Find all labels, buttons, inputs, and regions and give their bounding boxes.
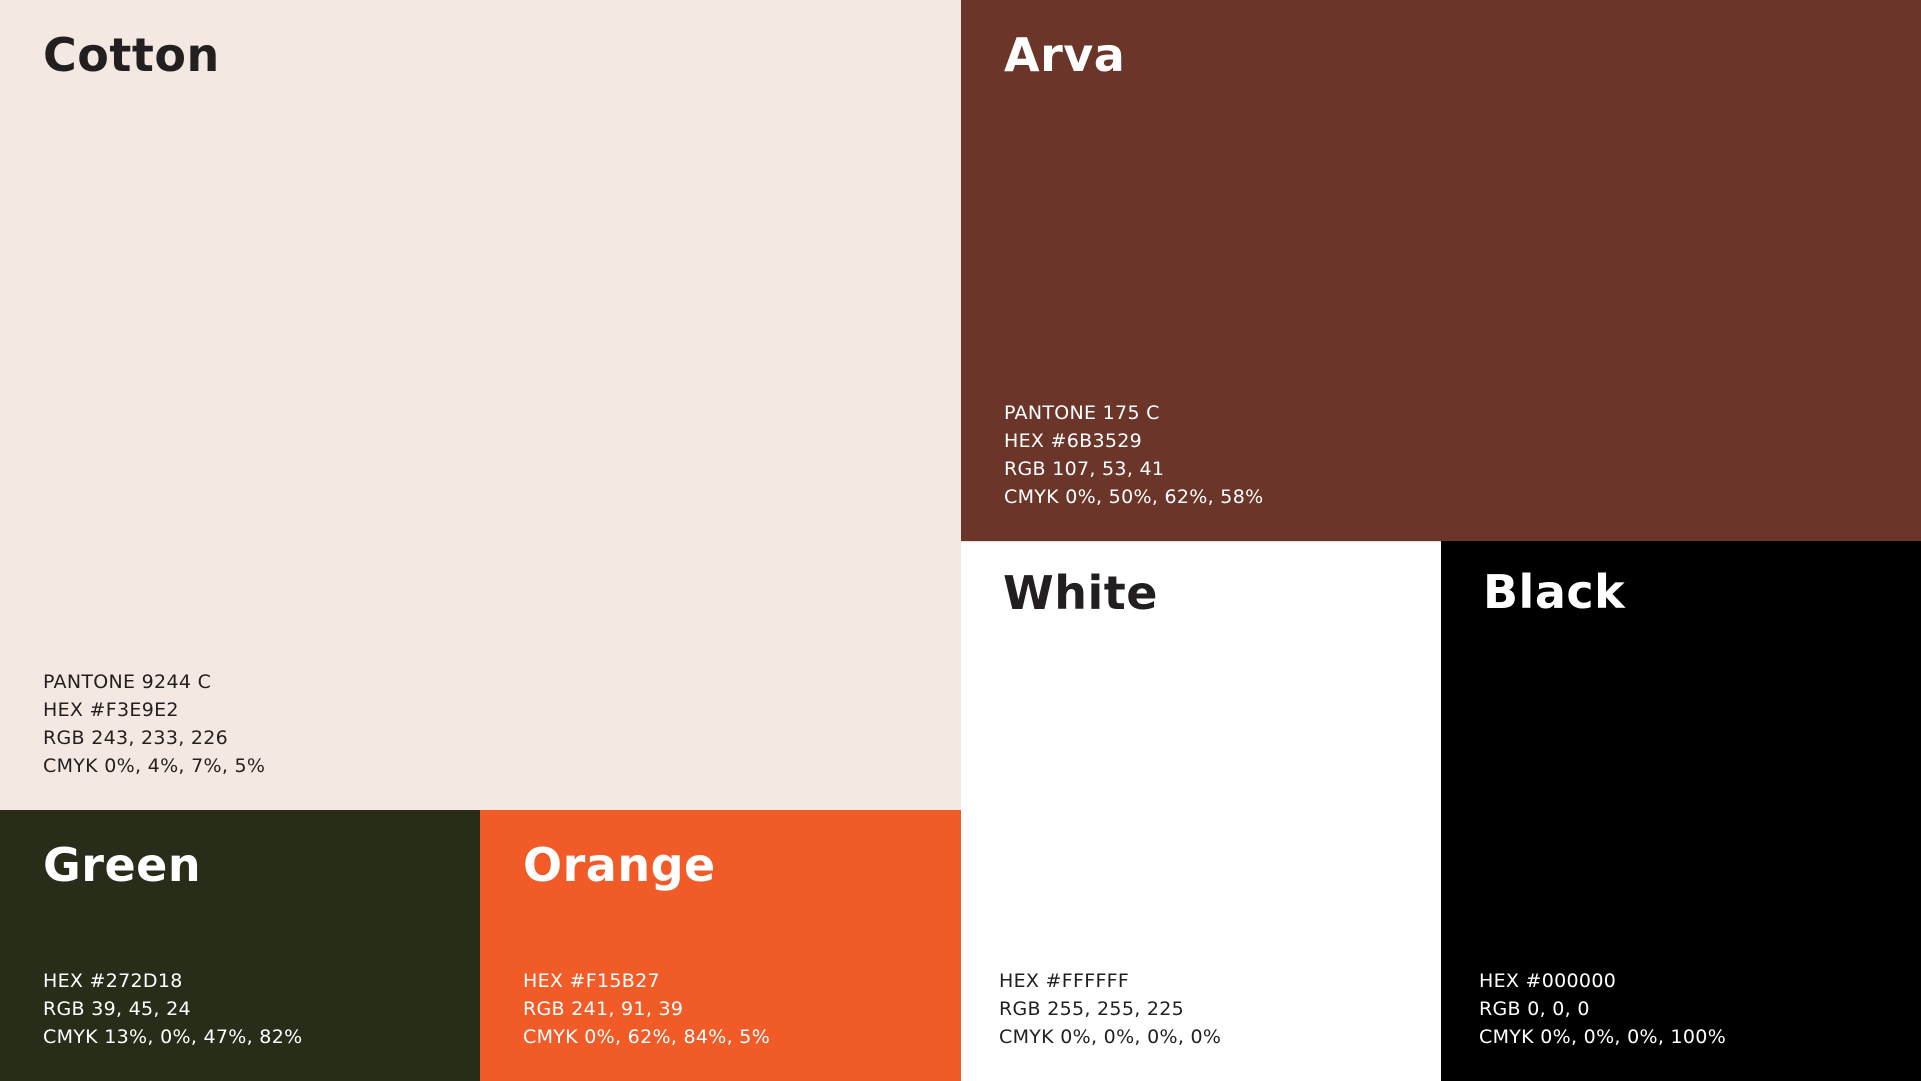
swatch-green: Green HEX #272D18 RGB 39, 45, 24 CMYK 13… bbox=[0, 810, 480, 1081]
spec-rgb: RGB 39, 45, 24 bbox=[43, 998, 191, 1020]
swatch-specs: HEX #FFFFFF RGB 255, 255, 225 CMYK 0%, 0… bbox=[999, 967, 1221, 1051]
spec-cmyk: CMYK 13%, 0%, 47%, 82% bbox=[43, 1026, 303, 1048]
swatch-name: Orange bbox=[523, 838, 716, 892]
spec-hex: HEX #6B3529 bbox=[1004, 430, 1143, 452]
swatch-specs: PANTONE 175 C HEX #6B3529 RGB 107, 53, 4… bbox=[1004, 399, 1263, 511]
swatch-orange: Orange HEX #F15B27 RGB 241, 91, 39 CMYK … bbox=[480, 810, 961, 1081]
spec-cmyk: CMYK 0%, 50%, 62%, 58% bbox=[1004, 486, 1264, 508]
swatch-specs: HEX #000000 RGB 0, 0, 0 CMYK 0%, 0%, 0%,… bbox=[1479, 967, 1726, 1051]
swatch-name: Green bbox=[43, 838, 202, 892]
spec-cmyk: CMYK 0%, 62%, 84%, 5% bbox=[523, 1026, 771, 1048]
swatch-black: Black HEX #000000 RGB 0, 0, 0 CMYK 0%, 0… bbox=[1441, 541, 1921, 1081]
spec-rgb: RGB 255, 255, 225 bbox=[999, 998, 1185, 1020]
swatch-name: Black bbox=[1483, 565, 1626, 619]
spec-hex: HEX #FFFFFF bbox=[999, 970, 1130, 992]
spec-pantone: PANTONE 175 C bbox=[1004, 402, 1160, 424]
spec-rgb: RGB 0, 0, 0 bbox=[1479, 998, 1590, 1020]
swatch-name: Cotton bbox=[43, 28, 220, 82]
spec-rgb: RGB 241, 91, 39 bbox=[523, 998, 684, 1020]
swatch-name: White bbox=[1003, 566, 1158, 620]
swatch-specs: HEX #272D18 RGB 39, 45, 24 CMYK 13%, 0%,… bbox=[43, 967, 302, 1051]
swatch-specs: HEX #F15B27 RGB 241, 91, 39 CMYK 0%, 62%… bbox=[523, 967, 770, 1051]
spec-hex: HEX #F15B27 bbox=[523, 970, 660, 992]
color-palette-board: Cotton PANTONE 9244 C HEX #F3E9E2 RGB 24… bbox=[0, 0, 1921, 1081]
swatch-white: White HEX #FFFFFF RGB 255, 255, 225 CMYK… bbox=[961, 541, 1441, 1081]
spec-pantone: PANTONE 9244 C bbox=[43, 671, 212, 693]
swatch-cotton: Cotton PANTONE 9244 C HEX #F3E9E2 RGB 24… bbox=[0, 0, 961, 810]
swatch-specs: PANTONE 9244 C HEX #F3E9E2 RGB 243, 233,… bbox=[43, 668, 265, 780]
spec-hex: HEX #272D18 bbox=[43, 970, 183, 992]
spec-hex: HEX #F3E9E2 bbox=[43, 699, 179, 721]
spec-rgb: RGB 243, 233, 226 bbox=[43, 727, 229, 749]
spec-hex: HEX #000000 bbox=[1479, 970, 1617, 992]
swatch-name: Arva bbox=[1004, 28, 1126, 82]
spec-rgb: RGB 107, 53, 41 bbox=[1004, 458, 1165, 480]
swatch-arva: Arva PANTONE 175 C HEX #6B3529 RGB 107, … bbox=[961, 0, 1921, 541]
spec-cmyk: CMYK 0%, 0%, 0%, 0% bbox=[999, 1026, 1222, 1048]
spec-cmyk: CMYK 0%, 4%, 7%, 5% bbox=[43, 755, 266, 777]
spec-cmyk: CMYK 0%, 0%, 0%, 100% bbox=[1479, 1026, 1727, 1048]
